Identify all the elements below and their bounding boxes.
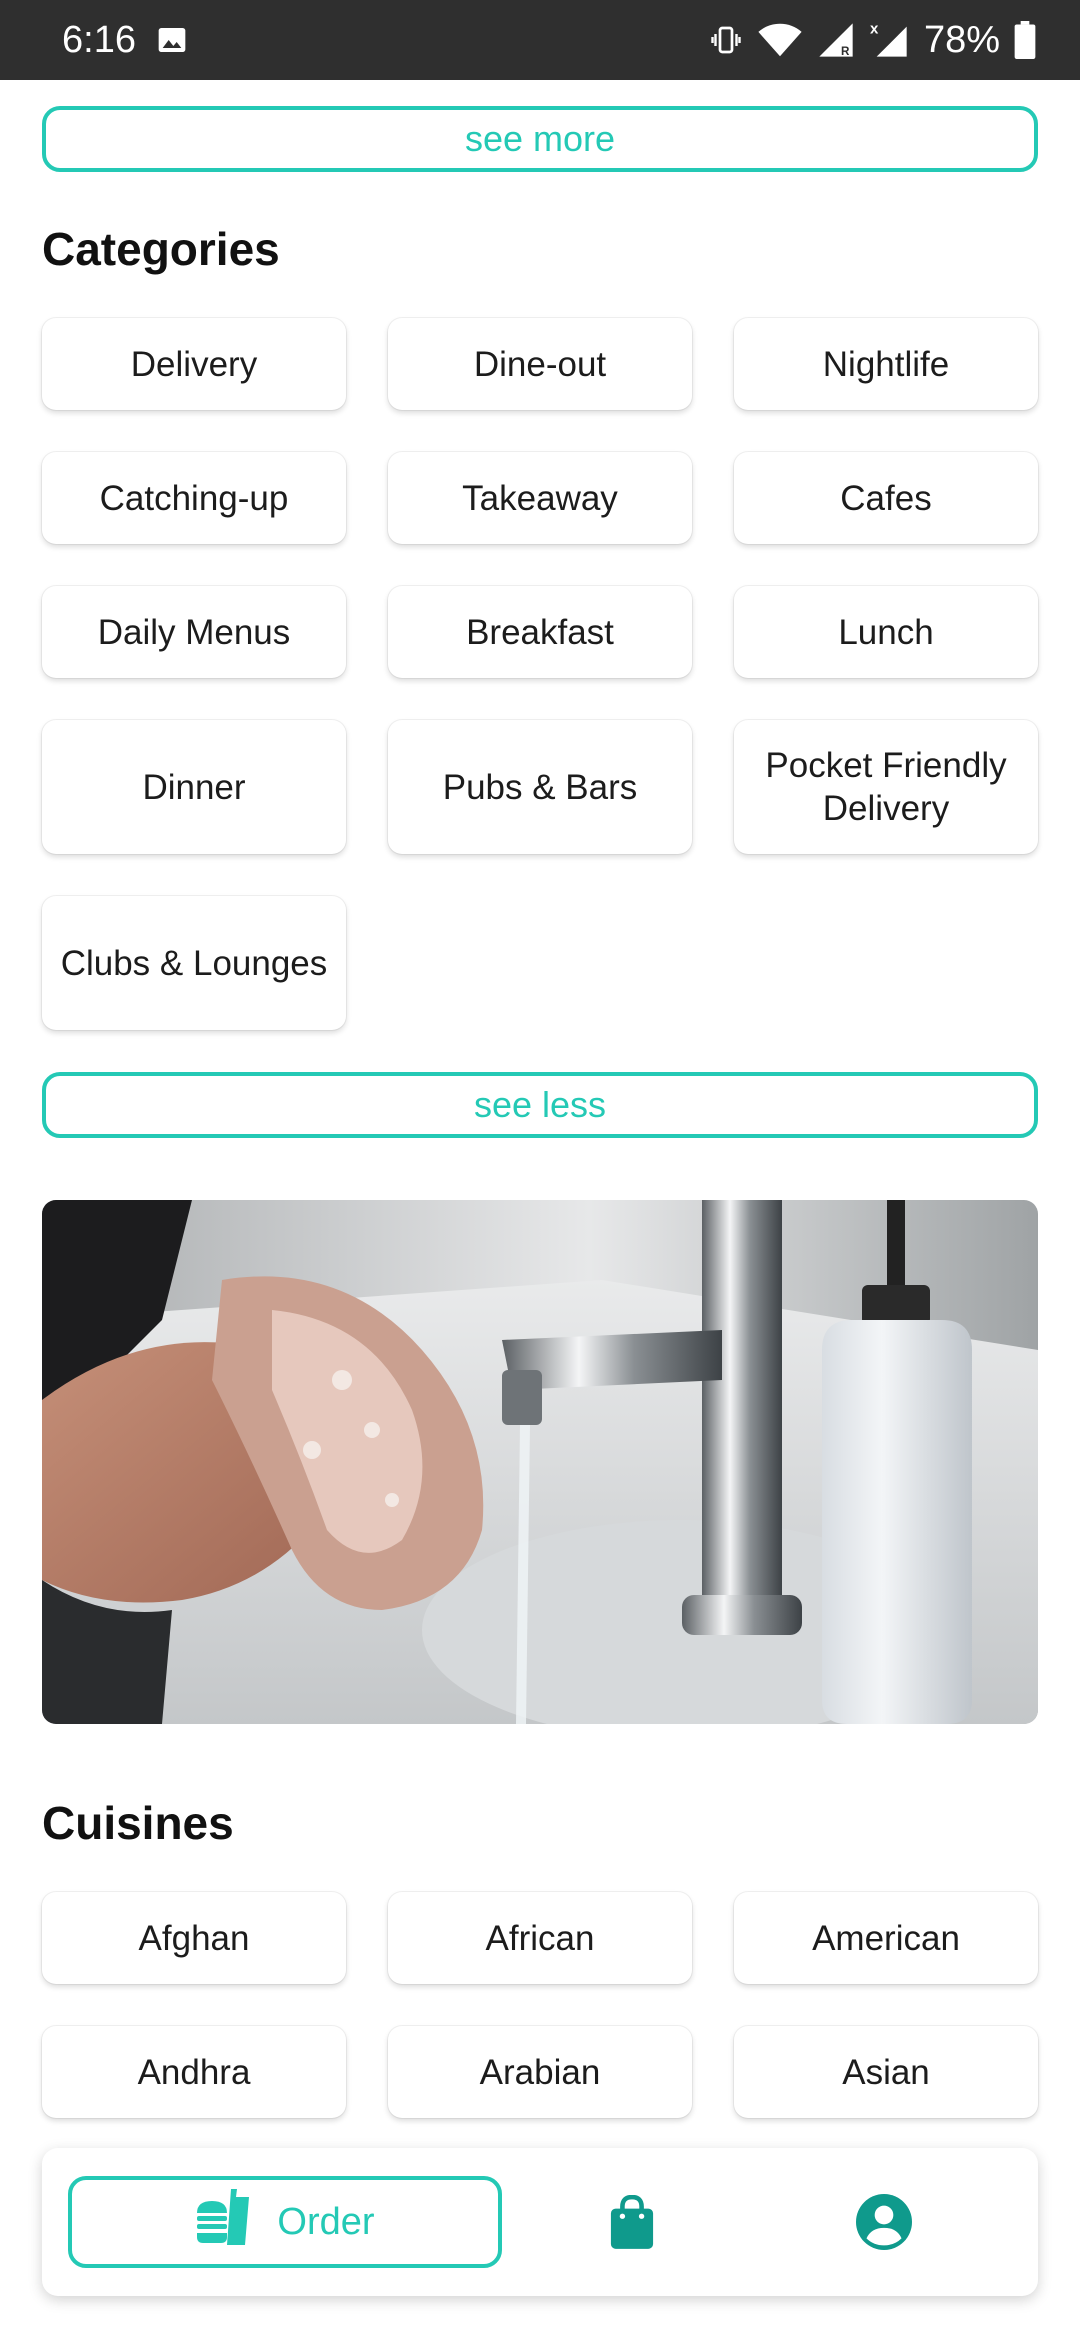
category-daily-menus[interactable]: Daily Menus bbox=[42, 586, 346, 678]
category-dinner[interactable]: Dinner bbox=[42, 720, 346, 854]
categories-grid: Delivery Dine-out Nightlife Catching-up … bbox=[42, 318, 1038, 1030]
signal-roaming-icon: R bbox=[816, 20, 856, 60]
cuisine-african[interactable]: African bbox=[388, 1892, 692, 1984]
svg-text:R: R bbox=[841, 45, 850, 58]
category-pubs-bars[interactable]: Pubs & Bars bbox=[388, 720, 692, 854]
profile-icon[interactable] bbox=[854, 2192, 914, 2252]
order-tab-label: Order bbox=[277, 2200, 375, 2243]
image-icon bbox=[156, 24, 188, 56]
category-breakfast[interactable]: Breakfast bbox=[388, 586, 692, 678]
battery-icon bbox=[1014, 21, 1036, 59]
category-clubs-lounges[interactable]: Clubs & Lounges bbox=[42, 896, 346, 1030]
vibrate-icon bbox=[708, 22, 744, 58]
status-bar: 6:16 R x 78% bbox=[0, 0, 1080, 80]
categories-title: Categories bbox=[42, 223, 280, 275]
cuisine-asian[interactable]: Asian bbox=[734, 2026, 1038, 2118]
see-more-button[interactable]: see more bbox=[42, 106, 1038, 172]
category-dine-out[interactable]: Dine-out bbox=[388, 318, 692, 410]
svg-text:x: x bbox=[870, 20, 879, 37]
cuisine-arabian[interactable]: Arabian bbox=[388, 2026, 692, 2118]
food-icon bbox=[195, 2189, 255, 2255]
category-takeaway[interactable]: Takeaway bbox=[388, 452, 692, 544]
cuisine-american[interactable]: American bbox=[734, 1892, 1038, 1984]
main-content: see more Categories Delivery Dine-out Ni… bbox=[42, 80, 1038, 2118]
signal-icon: x bbox=[870, 20, 910, 60]
category-lunch[interactable]: Lunch bbox=[734, 586, 1038, 678]
battery-percent: 78% bbox=[923, 18, 1000, 61]
wifi-icon bbox=[758, 22, 802, 58]
order-tab[interactable]: Order bbox=[68, 2176, 502, 2268]
hand-washing-banner[interactable] bbox=[42, 1200, 1038, 1724]
status-left: 6:16 bbox=[62, 19, 188, 62]
hand-washing-image bbox=[42, 1200, 1038, 1724]
shopping-bag-icon[interactable] bbox=[602, 2192, 662, 2252]
status-time: 6:16 bbox=[62, 18, 136, 61]
category-delivery[interactable]: Delivery bbox=[42, 318, 346, 410]
cuisine-andhra[interactable]: Andhra bbox=[42, 2026, 346, 2118]
status-right: R x 78% bbox=[708, 19, 1036, 62]
cuisines-grid: Afghan African American Andhra Arabian A… bbox=[42, 1892, 1038, 2118]
see-less-button[interactable]: see less bbox=[42, 1072, 1038, 1138]
cuisines-title: Cuisines bbox=[42, 1797, 234, 1849]
category-catching-up[interactable]: Catching-up bbox=[42, 452, 346, 544]
bottom-nav: Order bbox=[42, 2148, 1038, 2296]
cuisine-afghan[interactable]: Afghan bbox=[42, 1892, 346, 1984]
category-pocket-friendly-delivery[interactable]: Pocket Friendly Delivery bbox=[734, 720, 1038, 854]
category-cafes[interactable]: Cafes bbox=[734, 452, 1038, 544]
category-nightlife[interactable]: Nightlife bbox=[734, 318, 1038, 410]
